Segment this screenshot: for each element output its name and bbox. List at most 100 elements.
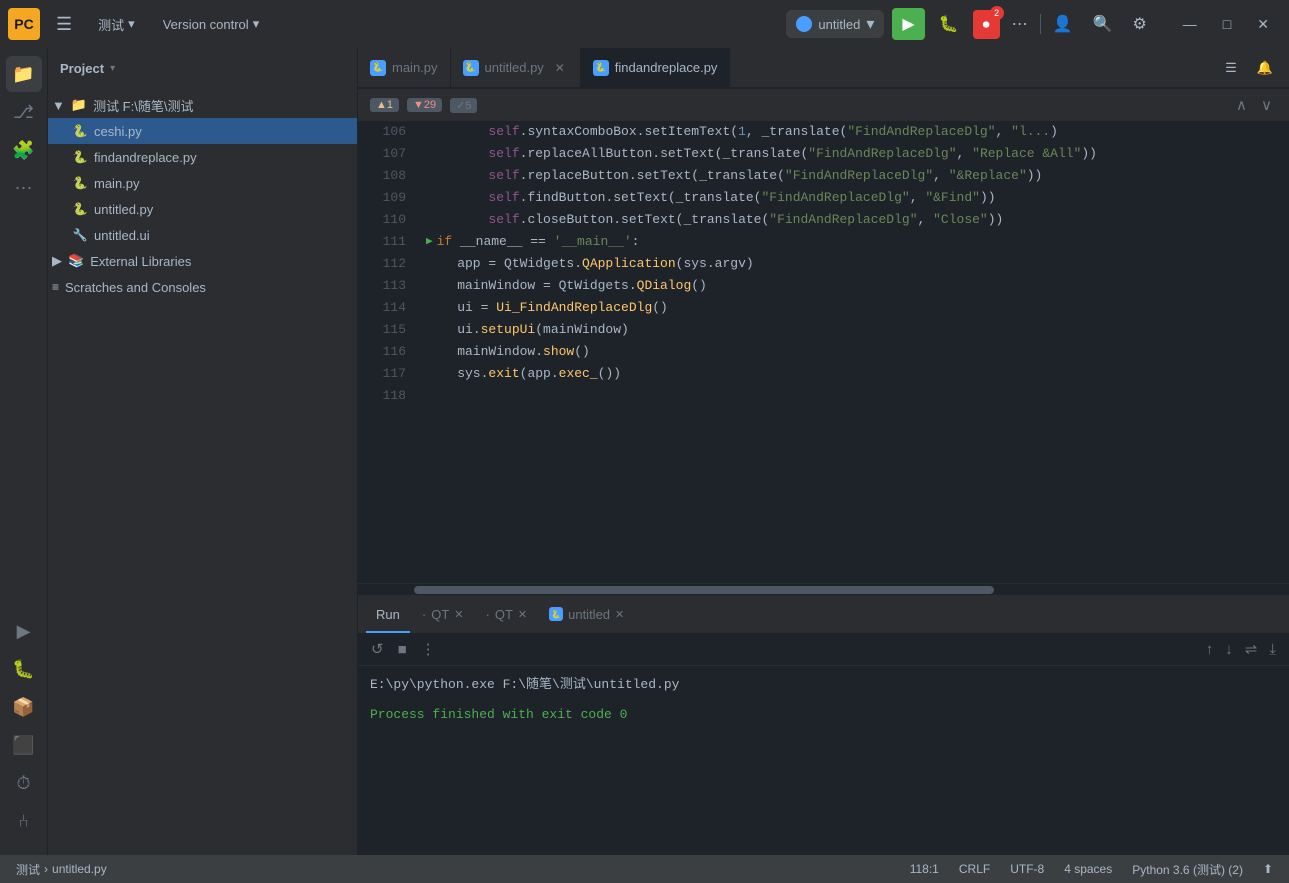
- code-line: self.syntaxComboBox.setItemText(1, _tran…: [426, 121, 1265, 143]
- tree-item-root-folder[interactable]: ▼ 📁 测试 F:\随笔\测试: [48, 92, 357, 118]
- bottom-tab-untitled[interactable]: 🐍 untitled ✕: [539, 597, 634, 633]
- divider: [1040, 14, 1041, 34]
- menu-version-control[interactable]: Version control ▾: [153, 12, 270, 36]
- titlebar: PC ☰ 测试 ▾ Version control ▾ untitled ▾ ▶…: [0, 0, 1289, 48]
- status-encoding[interactable]: UTF-8: [1006, 860, 1048, 878]
- tree-item-scratches[interactable]: ≡ Scratches and Consoles: [48, 274, 357, 300]
- bottom-tab-untitled-close[interactable]: ✕: [615, 608, 624, 621]
- console-spacer: [370, 696, 1277, 704]
- editor-column: 🐍 main.py 🐍 untitled.py ✕ 🐍 findandrepla…: [358, 48, 1289, 855]
- scroll-end-button[interactable]: ⤓: [1264, 637, 1281, 661]
- bottom-tab-qt2-close[interactable]: ✕: [518, 608, 527, 621]
- sidebar-btn-run[interactable]: ▶: [6, 613, 42, 649]
- settings-button[interactable]: ⚙: [1124, 8, 1154, 40]
- bottom-tab-qt1-close[interactable]: ✕: [454, 608, 463, 621]
- tab-findandreplace[interactable]: 🐍 findandreplace.py: [581, 48, 731, 87]
- tree-item-findandreplace[interactable]: 🐍 findandreplace.py: [48, 144, 357, 170]
- tree-item-main[interactable]: 🐍 main.py: [48, 170, 357, 196]
- code-line: mainWindow = QtWidgets.QDialog(): [426, 275, 1265, 297]
- tree-file-label: untitled.ui: [94, 228, 150, 243]
- py-file-icon: 🐍: [72, 124, 88, 138]
- tab-label-untitled: untitled.py: [485, 60, 544, 75]
- sidebar-btn-terminal[interactable]: ⬛: [6, 727, 42, 763]
- stop-button[interactable]: ■: [393, 638, 412, 661]
- tab-close-untitled[interactable]: ✕: [552, 60, 568, 76]
- bottom-tab-qt1[interactable]: · QT ✕: [412, 597, 474, 633]
- more-actions-button[interactable]: ⋮: [416, 637, 441, 661]
- bottom-tab-run[interactable]: Run: [366, 597, 410, 633]
- sidebar-btn-debug[interactable]: 🐛: [6, 651, 42, 687]
- tree-file-label: findandreplace.py: [94, 150, 197, 165]
- tree-file-label: untitled.py: [94, 202, 153, 217]
- status-python-version[interactable]: Python 3.6 (测试) (2): [1128, 859, 1247, 880]
- notifications-button[interactable]: 🔔: [1249, 54, 1281, 82]
- search-button[interactable]: 🔍: [1085, 8, 1121, 40]
- bottom-tab-run-label: Run: [376, 607, 400, 622]
- sidebar-btn-plugins[interactable]: 🧩: [6, 132, 42, 168]
- find-next-btn[interactable]: ∨: [1256, 93, 1277, 117]
- tree-file-label: ceshi.py: [94, 124, 142, 139]
- console-output[interactable]: E:\py\python.exe F:\随笔\测试\untitled.py Pr…: [358, 666, 1289, 855]
- status-git-push[interactable]: ⬆: [1259, 860, 1277, 878]
- folder-icon: 📁: [71, 97, 87, 113]
- scroll-down-button[interactable]: ↓: [1220, 637, 1238, 661]
- status-file: untitled.py: [52, 862, 107, 876]
- project-selector[interactable]: untitled ▾: [786, 10, 884, 38]
- folder-expand-icon: ▼: [52, 98, 65, 113]
- tree-item-untitled-ui[interactable]: 🔧 untitled.ui: [48, 222, 357, 248]
- rerun-button[interactable]: ↺: [366, 637, 389, 661]
- tree-item-untitled-py[interactable]: 🐍 untitled.py: [48, 196, 357, 222]
- sidebar-btn-more[interactable]: ⋯: [6, 170, 42, 206]
- editor-vertical-scrollbar[interactable]: [1277, 121, 1289, 583]
- wrap-button[interactable]: ⇌: [1240, 637, 1263, 661]
- status-indent[interactable]: 4 spaces: [1060, 860, 1116, 878]
- sidebar-btn-packages[interactable]: 📦: [6, 689, 42, 725]
- sidebar-btn-folder[interactable]: 📁: [6, 56, 42, 92]
- maximize-button[interactable]: □: [1211, 10, 1243, 39]
- code-line: self.closeButton.setText(_translate("Fin…: [426, 209, 1265, 231]
- scroll-up-button[interactable]: ↑: [1201, 637, 1219, 661]
- find-prev-btn[interactable]: ∧: [1231, 93, 1252, 117]
- tab-icon-findreplace: 🐍: [593, 60, 609, 76]
- run-button[interactable]: ▶: [892, 8, 924, 40]
- tree-item-external-libs[interactable]: ▶ 📚 External Libraries: [48, 248, 357, 274]
- code-line-main: ▶ if __name__ == '__main__':: [426, 231, 1265, 253]
- record-badge: 2: [990, 6, 1004, 20]
- status-breadcrumb[interactable]: 测试 › untitled.py: [12, 859, 111, 880]
- status-python-label: Python 3.6 (测试) (2): [1132, 861, 1243, 878]
- sidebar-btn-git-bottom[interactable]: ⑃: [6, 803, 42, 839]
- file-panel: Project ▾ ▼ 📁 测试 F:\随笔\测试 🐍 ceshi.py 🐍 f…: [48, 48, 358, 855]
- menu-toggle-button[interactable]: ☰: [48, 10, 80, 39]
- user-button[interactable]: 👤: [1045, 8, 1081, 40]
- close-button[interactable]: ✕: [1245, 10, 1281, 39]
- code-content[interactable]: self.syntaxComboBox.setItemText(1, _tran…: [414, 121, 1277, 583]
- tree-item-ceshi[interactable]: 🐍 ceshi.py: [48, 118, 357, 144]
- bottom-tab-qt2[interactable]: · QT ✕: [475, 597, 537, 633]
- editor-horizontal-scrollbar[interactable]: [358, 583, 1289, 595]
- warning-badge: ▲1: [370, 98, 399, 112]
- sidebar-btn-git[interactable]: ⎇: [6, 94, 42, 130]
- error-badge: ▼29: [407, 98, 442, 112]
- debug-button[interactable]: 🐛: [929, 8, 969, 40]
- window-controls: — □ ✕: [1171, 10, 1281, 39]
- minimize-button[interactable]: —: [1171, 10, 1209, 39]
- scrollbar-thumb[interactable]: [414, 586, 994, 594]
- line-numbers: 106 107 108 109 110 111 112 113 114 115 …: [358, 121, 414, 583]
- menu-test[interactable]: 测试 ▾: [88, 11, 145, 38]
- code-line: ui.setupUi(mainWindow): [426, 319, 1265, 341]
- tree-file-label: main.py: [94, 176, 140, 191]
- tab-untitled-py[interactable]: 🐍 untitled.py ✕: [451, 48, 581, 87]
- find-bar: ▲1 ▼29 ✓5 ∧ ∨: [358, 88, 1289, 121]
- run-indicator: ▶: [426, 231, 433, 253]
- status-line-ending[interactable]: CRLF: [955, 860, 994, 878]
- bottom-tab-qt2-dot: ·: [485, 607, 489, 622]
- lib-icon: 📚: [68, 253, 84, 269]
- status-position[interactable]: 118:1: [906, 860, 943, 878]
- editor-tabs-actions: ☰ 🔔: [1209, 54, 1289, 82]
- record-button[interactable]: ⏺ 2: [973, 10, 1000, 39]
- code-line-empty: [426, 385, 1265, 407]
- tabs-more-button[interactable]: ☰: [1217, 54, 1245, 82]
- sidebar-btn-profiler[interactable]: ⏱: [6, 765, 42, 801]
- tab-main-py[interactable]: 🐍 main.py: [358, 48, 451, 87]
- more-button[interactable]: ⋯: [1004, 8, 1036, 40]
